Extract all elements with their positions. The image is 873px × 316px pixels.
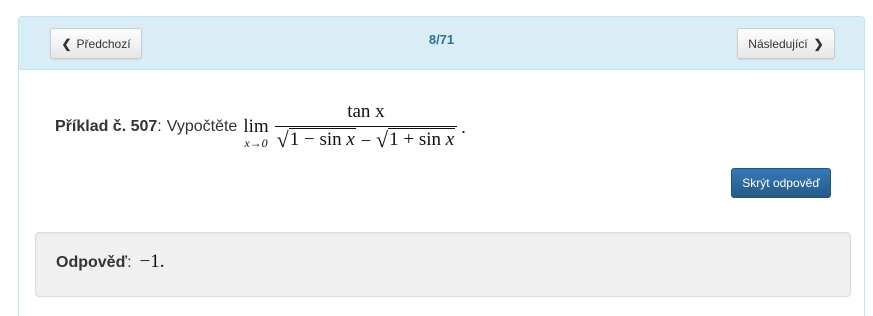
sqrt-icon: √: [276, 126, 289, 152]
fraction-denominator: √ 1 − sin x − √ 1 + sin x: [275, 127, 458, 155]
limit-subscript: x→0: [244, 135, 268, 150]
problem-panel: ❮ Předchozí 8/71 Následující ❯ Příklad č…: [18, 16, 865, 316]
hide-answer-button[interactable]: Skrýt odpověď: [731, 168, 831, 198]
fraction-numerator: tan x: [347, 100, 385, 122]
answer-value: −1.: [139, 251, 165, 272]
sqrt-term-2-var: x: [445, 128, 455, 150]
sqrt-term-1-body: 1 − sin x: [288, 127, 356, 151]
sqrt-term-1-var: x: [346, 128, 355, 150]
sqrt-term-2-body: 1 + sin x: [388, 127, 456, 151]
sqrt-term-1: √ 1 − sin x: [276, 126, 356, 152]
denominator-minus: −: [355, 130, 377, 152]
limit-fraction: tan x √ 1 − sin x − √ 1 + sin x: [274, 100, 458, 155]
chevron-right-icon: ❯: [813, 36, 824, 51]
sqrt-term-1-func: 1 − sin: [289, 128, 347, 150]
sqrt-icon: √: [376, 126, 389, 152]
answer-label: Odpověď: [56, 254, 128, 271]
problem-title: Příklad č. 507: [55, 118, 158, 135]
problem-statement: Příklad č. 507 : Vypočtěte lim x→0 tan x…: [55, 97, 466, 157]
next-button-label: Následující: [748, 36, 808, 51]
limit-word: lim: [243, 115, 269, 137]
problem-instruction: Vypočtěte: [166, 118, 238, 135]
sqrt-term-2-func: 1 + sin: [389, 128, 446, 150]
next-button[interactable]: Následující ❯: [737, 28, 835, 59]
title-separator: :: [157, 118, 162, 135]
answer-separator: :: [127, 254, 132, 271]
answer-content: Odpověď : −1.: [56, 251, 164, 273]
statement-end: .: [461, 116, 466, 137]
limit-operator: lim x→0: [243, 117, 268, 150]
sqrt-term-2: √ 1 + sin x: [376, 126, 456, 152]
panel-heading: ❮ Předchozí 8/71 Následující ❯: [19, 17, 864, 70]
answer-box: Odpověď : −1.: [35, 232, 851, 297]
